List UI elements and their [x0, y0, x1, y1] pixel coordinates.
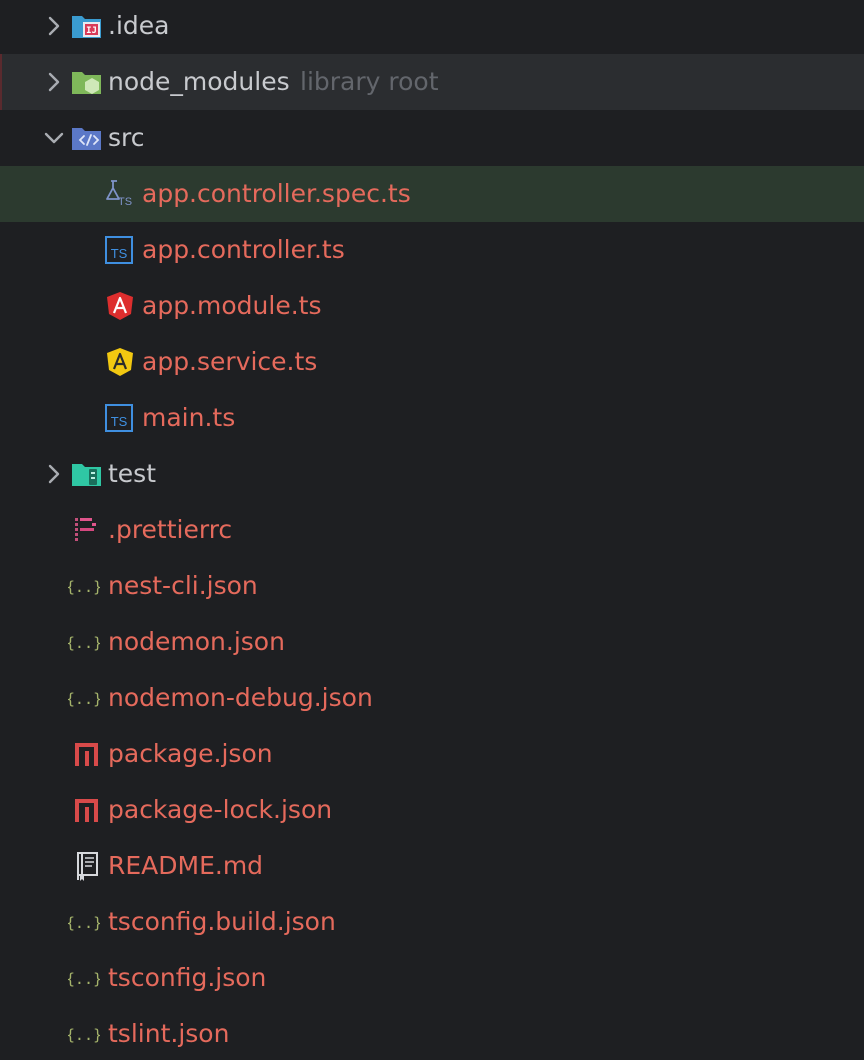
tree-row-label: nodemon-debug.json	[108, 683, 373, 712]
tree-row-label: nest-cli.json	[108, 571, 258, 600]
markdown-book-icon	[77, 852, 98, 881]
svg-text:{..}: {..}	[68, 914, 100, 932]
tree-row-nodemon-debug-json[interactable]: {..} nodemon-debug.json	[0, 670, 864, 726]
tree-row-label: .prettierrc	[108, 515, 233, 544]
tree-row-nest-cli-json[interactable]: {..} nest-cli.json	[0, 558, 864, 614]
svg-text:{..}: {..}	[68, 578, 100, 596]
typescript-icon: TS	[105, 236, 133, 264]
svg-text:IJ: IJ	[86, 26, 97, 36]
tree-row-tsconfig-json[interactable]: {..} tsconfig.json	[0, 950, 864, 1006]
test-folder-icon	[72, 464, 101, 486]
tree-row-label: package-lock.json	[108, 795, 333, 824]
tree-row-label: app.controller.spec.ts	[142, 179, 411, 208]
tree-row-package-lock-json[interactable]: package-lock.json	[0, 782, 864, 838]
idea-folder-icon: IJ	[72, 16, 101, 38]
chevron-right-icon[interactable]	[42, 70, 66, 94]
tree-row-node-modules[interactable]: node_modules library root	[0, 54, 864, 110]
tree-row-label: README.md	[108, 851, 264, 880]
tree-row-label: src	[108, 123, 145, 152]
tree-row-test[interactable]: test	[0, 446, 864, 502]
json-icon: {..}	[68, 634, 100, 652]
tree-row-app-controller[interactable]: TS app.controller.ts	[0, 222, 864, 278]
tree-row-readme-md[interactable]: README.md	[0, 838, 864, 894]
svg-text:{..}: {..}	[68, 970, 100, 988]
tree-row-label: main.ts	[142, 403, 236, 432]
tree-row-label: app.service.ts	[142, 347, 318, 376]
tree-row-tslint-json[interactable]: {..} tslint.json	[0, 1006, 864, 1060]
tree-row-app-module[interactable]: app.module.ts	[0, 278, 864, 334]
tree-row-label: tsconfig.build.json	[108, 907, 336, 936]
tree-row-label: app.controller.ts	[142, 235, 345, 264]
tree-row-app-controller-spec[interactable]: TS app.controller.spec.ts	[0, 166, 864, 222]
json-icon: {..}	[68, 578, 100, 596]
tree-row-label: app.module.ts	[142, 291, 322, 320]
tree-row-app-service[interactable]: app.service.ts	[0, 334, 864, 390]
tree-row-label: node_modules	[108, 67, 290, 96]
prettier-icon	[75, 518, 96, 541]
tree-row-main[interactable]: TS main.ts	[0, 390, 864, 446]
tree-row-label: tsconfig.json	[108, 963, 267, 992]
source-folder-icon	[72, 128, 101, 150]
tree-row-label: package.json	[108, 739, 273, 768]
tree-row-label: .idea	[108, 11, 170, 40]
svg-text:TS: TS	[111, 246, 128, 261]
chevron-right-icon[interactable]	[42, 14, 66, 38]
angular-module-icon	[107, 292, 133, 320]
json-icon: {..}	[68, 1026, 100, 1044]
json-icon: {..}	[68, 970, 100, 988]
tree-row-tsconfig-build-json[interactable]: {..} tsconfig.build.json	[0, 894, 864, 950]
json-icon: {..}	[68, 914, 100, 932]
chevron-down-icon[interactable]	[42, 126, 66, 150]
tree-row-prettierrc[interactable]: .prettierrc	[0, 502, 864, 558]
npm-icon	[75, 799, 98, 822]
angular-service-icon	[107, 348, 133, 376]
tree-row-label: tslint.json	[108, 1019, 230, 1048]
typescript-icon: TS	[105, 404, 133, 432]
svg-text:TS: TS	[111, 414, 128, 429]
tree-row-src[interactable]: src	[0, 110, 864, 166]
svg-text:TS: TS	[118, 196, 132, 208]
tree-row-label: nodemon.json	[108, 627, 285, 656]
library-folder-icon	[72, 72, 101, 94]
tree-row-label: test	[108, 459, 157, 488]
svg-text:{..}: {..}	[68, 634, 100, 652]
tree-row-idea[interactable]: IJ .idea	[0, 0, 864, 54]
tree-row-nodemon-json[interactable]: {..} nodemon.json	[0, 614, 864, 670]
tree-row-package-json[interactable]: package.json	[0, 726, 864, 782]
project-tree: IJ .idea node_modules library root src T…	[0, 0, 864, 1060]
json-icon: {..}	[68, 690, 100, 708]
npm-icon	[75, 743, 98, 766]
library-root-hint: library root	[300, 67, 439, 96]
svg-text:{..}: {..}	[68, 1026, 100, 1044]
test-typescript-icon: TS	[106, 180, 132, 208]
svg-text:{..}: {..}	[68, 690, 100, 708]
chevron-right-icon[interactable]	[42, 462, 66, 486]
